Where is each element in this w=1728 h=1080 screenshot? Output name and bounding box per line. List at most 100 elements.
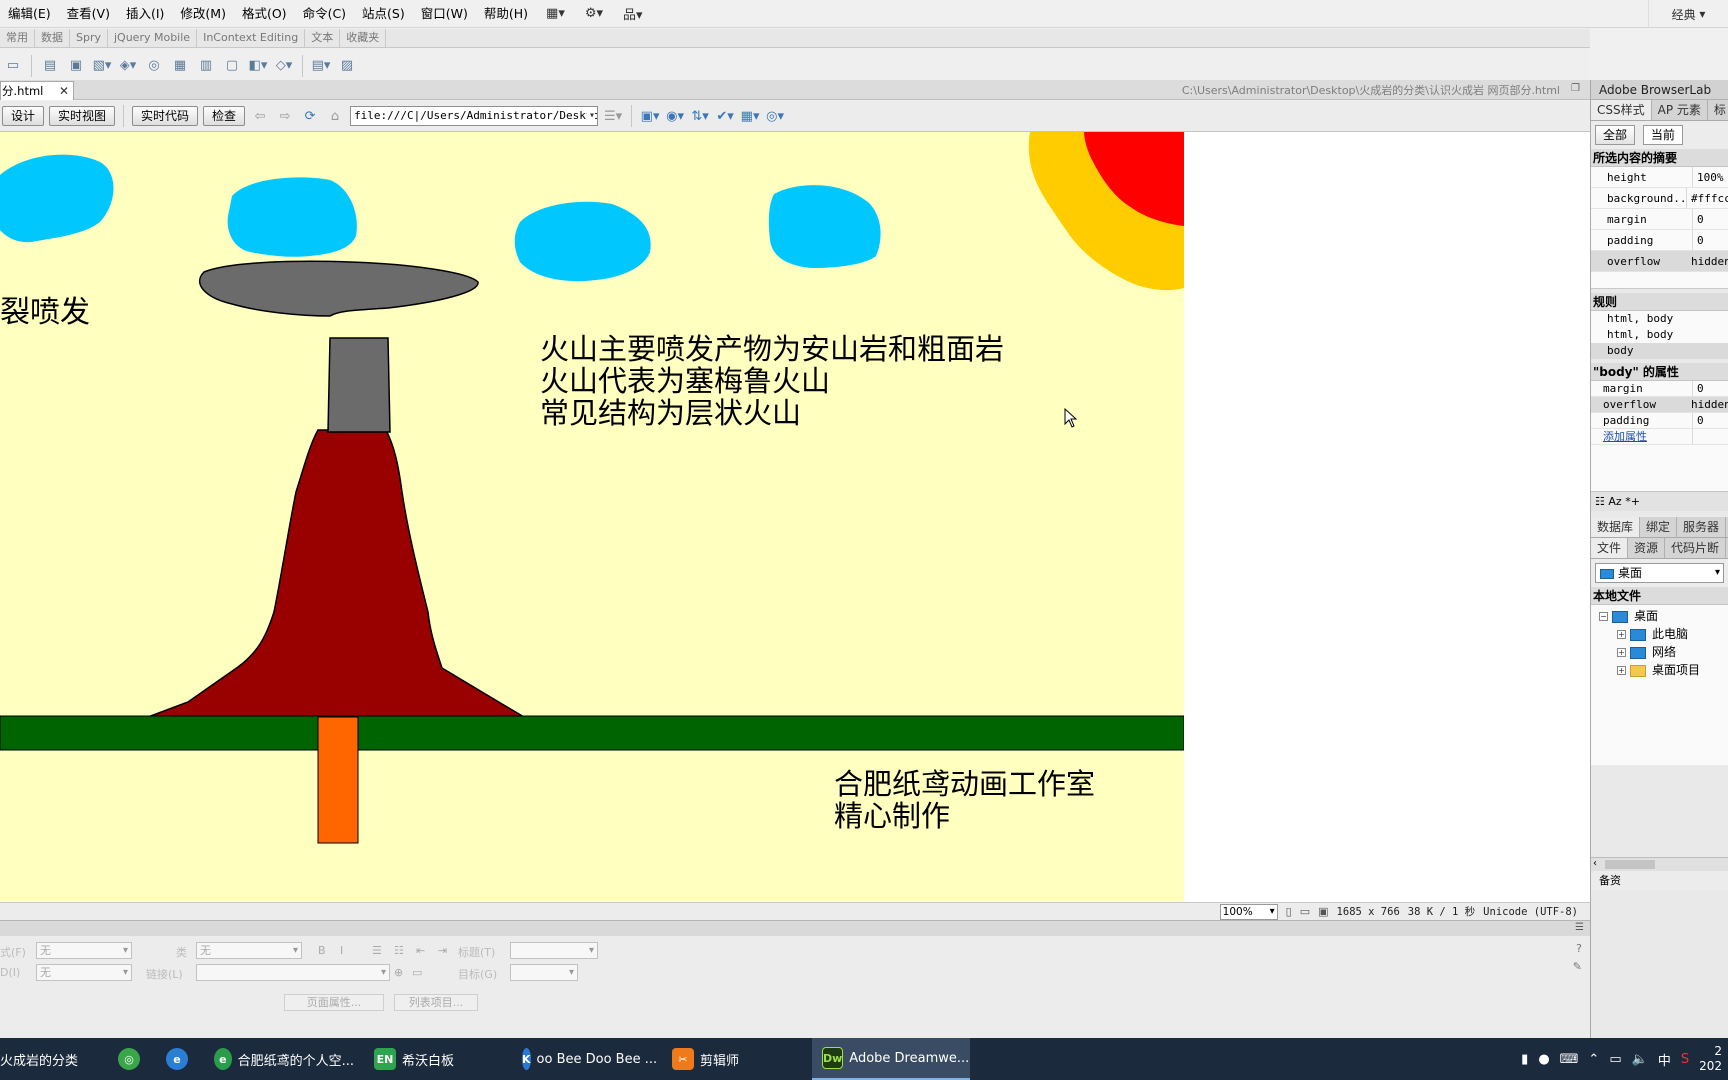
folder-icon[interactable]: ▭	[412, 966, 422, 979]
refresh-icon[interactable]: ⟳	[300, 109, 320, 124]
tree-item-network[interactable]: + 网络	[1591, 643, 1728, 661]
category-view-icon[interactable]: ☷	[1595, 495, 1605, 508]
taskbar-item-dreamweaver[interactable]: Dw Adobe Dreamwe...	[812, 1038, 970, 1080]
file-management-icon[interactable]: ⇅▾	[690, 109, 710, 124]
document-tab[interactable]: 分.html ✕	[0, 81, 74, 100]
menu-insert[interactable]: 插入(I)	[118, 0, 172, 28]
tab-snippets[interactable]: 代码片断	[1665, 538, 1727, 558]
unordered-list-icon[interactable]: ☰	[372, 944, 382, 957]
workspace-switcher[interactable]: 经典 ▾	[1648, 0, 1728, 28]
tree-item-desktop[interactable]: − 桌面	[1591, 607, 1728, 625]
comment-icon[interactable]: ▢	[221, 55, 243, 77]
forward-arrow-icon[interactable]: ⇨	[275, 109, 295, 124]
body-property-row[interactable]: overflow hidden	[1591, 397, 1728, 413]
tab-ap-elements[interactable]: AP 元素	[1652, 100, 1708, 120]
tag-chooser-icon[interactable]: ▨	[336, 55, 358, 77]
tree-item-desktop-items[interactable]: + 桌面项目	[1591, 661, 1728, 679]
menu-help[interactable]: 帮助(H)	[476, 0, 536, 28]
microphone-icon[interactable]: ●	[1538, 1052, 1549, 1067]
summary-row[interactable]: padding 0	[1591, 230, 1728, 251]
multiscreen-icon[interactable]: ▣▾	[640, 109, 660, 124]
scrollbar-thumb[interactable]	[1605, 860, 1655, 869]
tab-server-behaviors[interactable]: 服务器	[1677, 517, 1727, 537]
taskbar-item-360[interactable]: ◎	[108, 1038, 156, 1080]
horizontal-scrollbar[interactable]: ‹	[1591, 857, 1728, 871]
tab-tag-inspector[interactable]: 标	[1708, 100, 1728, 120]
server-include-icon[interactable]: ▥	[195, 55, 217, 77]
location-select[interactable]: 桌面 ▾	[1595, 563, 1724, 583]
insert-tab-favorites[interactable]: 收藏夹	[340, 29, 387, 47]
taskbar-item-folder[interactable]: 火成岩的分类	[0, 1038, 108, 1080]
quick-tag-editor-icon[interactable]: ✎	[1573, 960, 1582, 973]
window-dimensions[interactable]: 1685 x 766	[1337, 906, 1400, 918]
menu-modify[interactable]: 修改(M)	[172, 0, 234, 28]
preview-browser-icon[interactable]: ◉▾	[665, 109, 685, 124]
menu-view[interactable]: 查看(V)	[59, 0, 118, 28]
rule-row[interactable]: html, body	[1591, 311, 1728, 327]
home-icon[interactable]: ⌂	[325, 109, 345, 124]
site-icon[interactable]: 品▾	[613, 4, 653, 23]
title-input[interactable]	[510, 942, 598, 959]
menu-commands[interactable]: 命令(C)	[295, 0, 354, 28]
visual-aids-icon[interactable]: ▦▾	[740, 109, 760, 124]
expand-icon[interactable]: +	[1617, 666, 1626, 675]
tab-database[interactable]: 数据库	[1591, 517, 1641, 537]
bold-icon[interactable]: B	[318, 944, 326, 957]
back-arrow-icon[interactable]: ⇦	[250, 109, 270, 124]
zoom-select[interactable]: 100%	[1219, 903, 1278, 920]
log-label[interactable]: 备资	[1599, 874, 1621, 887]
browserlab-panel-title[interactable]: Adobe BrowserLab	[1591, 80, 1728, 100]
layout-icon[interactable]: ▦▾	[536, 6, 575, 21]
menu-format[interactable]: 格式(O)	[234, 0, 295, 28]
network-icon[interactable]: ▭	[1609, 1052, 1621, 1067]
menu-site[interactable]: 站点(S)	[354, 0, 413, 28]
tab-bindings[interactable]: 绑定	[1640, 517, 1678, 537]
live-code-button[interactable]: 实时代码	[132, 106, 199, 126]
image-icon[interactable]: ▧▾	[91, 55, 113, 77]
insert-tab-data[interactable]: 数据	[35, 29, 70, 47]
insert-tab-common[interactable]: 常用	[0, 29, 35, 47]
head-icon[interactable]: ◧▾	[247, 55, 269, 77]
taskbar-item-browser-window[interactable]: e 合肥纸鸢的个人空...	[204, 1038, 364, 1080]
taskbar-item-seewo[interactable]: EN 希沃白板	[364, 1038, 512, 1080]
italic-icon[interactable]: I	[340, 944, 343, 957]
point-to-file-icon[interactable]: ⊕	[394, 966, 403, 979]
id-select[interactable]: 无	[36, 964, 132, 981]
system-clock[interactable]: 2 202	[1699, 1044, 1722, 1074]
taskbar-item-video-editor[interactable]: ✂ 剪辑师	[662, 1038, 812, 1080]
insert-tab-incontext[interactable]: InContext Editing	[197, 29, 306, 47]
tab-css-styles[interactable]: CSS样式	[1591, 100, 1652, 120]
outdent-icon[interactable]: ⇤	[416, 944, 425, 957]
taskbar-item-ie[interactable]: e	[156, 1038, 204, 1080]
calendar-icon[interactable]: ▦	[169, 55, 191, 77]
panel-menu-icon[interactable]: ☰	[1575, 922, 1584, 933]
taskbar-item-kugou[interactable]: K oo Bee Doo Bee ...	[512, 1038, 662, 1080]
expand-icon[interactable]: +	[1617, 648, 1626, 657]
sogou-ime-icon[interactable]: S	[1681, 1052, 1689, 1067]
mobile-size-icon[interactable]: ▯	[1286, 905, 1292, 918]
current-mode-button[interactable]: 当前	[1642, 125, 1683, 145]
live-view-button[interactable]: 实时视图	[49, 106, 116, 126]
page-properties-button[interactable]: 页面属性...	[284, 994, 384, 1011]
volume-icon[interactable]: 🔈	[1632, 1052, 1648, 1067]
validate-icon[interactable]: ◎▾	[765, 109, 785, 124]
input-method-indicator[interactable]: 中	[1658, 1050, 1671, 1069]
menu-edit[interactable]: 编辑(E)	[0, 0, 59, 28]
script-icon[interactable]: ◇▾	[273, 55, 295, 77]
keyboard-icon[interactable]: ⌨	[1560, 1052, 1579, 1067]
target-select[interactable]	[510, 964, 578, 981]
address-field[interactable]: file:///C|/Users/Administrator/Desktop ▾	[350, 106, 599, 126]
body-property-row[interactable]: padding 0	[1591, 413, 1728, 429]
inspect-button[interactable]: 检查	[203, 106, 246, 126]
tablet-size-icon[interactable]: ▭	[1300, 905, 1310, 918]
rule-row[interactable]: html, body	[1591, 327, 1728, 343]
close-icon[interactable]: ✕	[59, 84, 69, 98]
templates-icon[interactable]: ▤▾	[310, 55, 332, 77]
gear-icon[interactable]: ⚙▾	[575, 6, 613, 21]
insert-tab-jquery-mobile[interactable]: jQuery Mobile	[108, 29, 198, 47]
div-icon[interactable]: ▣	[65, 55, 87, 77]
design-view-button[interactable]: 设计	[2, 106, 45, 126]
alpha-view-icon[interactable]: Az	[1608, 495, 1621, 508]
chevron-down-icon[interactable]: ▾	[587, 107, 596, 125]
design-canvas[interactable]: 裂喷发 火山主要喷发产物为安山岩和粗面岩 火山代表为塞梅鲁火山 常见结构为层状火…	[0, 132, 1590, 902]
